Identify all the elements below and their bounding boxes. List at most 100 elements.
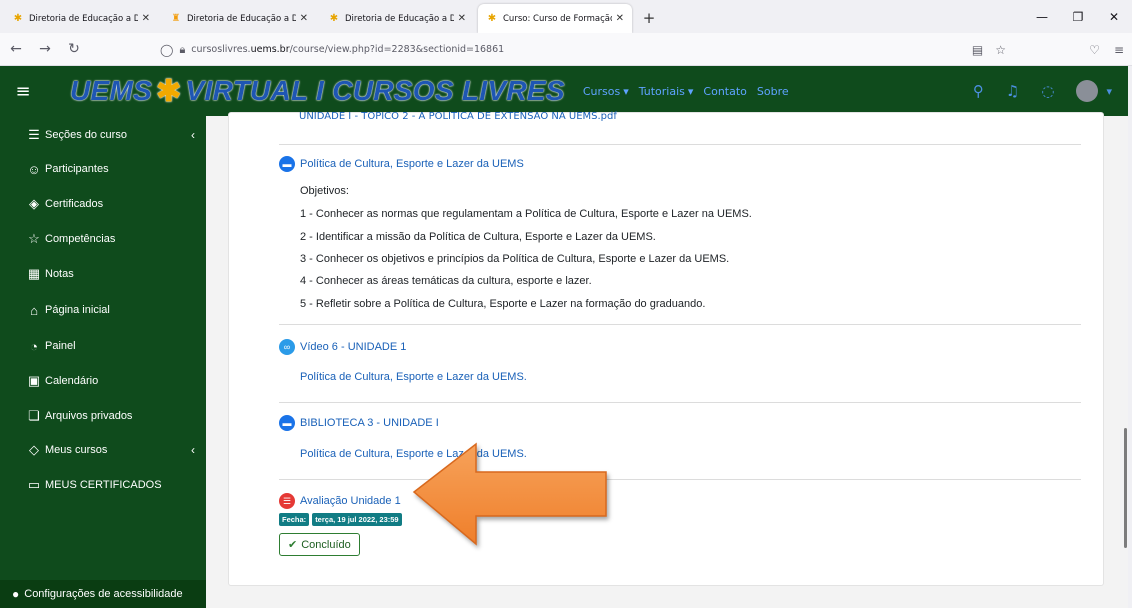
folder-icon: ▬ bbox=[279, 156, 295, 172]
url-bar[interactable]: ◯ 🔒︎ cursoslivres. uems.br/course/view.ph… bbox=[160, 37, 1006, 62]
divider bbox=[279, 144, 1081, 145]
new-tab-button[interactable]: + bbox=[636, 5, 662, 31]
chevron-left-icon: ‹ bbox=[191, 128, 195, 142]
sidebar-item-painel[interactable]: ◔ Painel bbox=[25, 334, 195, 358]
home-icon: ⌂ bbox=[30, 302, 38, 318]
tab-title: Curso: Curso de Formação de E bbox=[503, 13, 612, 24]
activity-title: BIBLIOTECA 3 - UNIDADE I bbox=[300, 417, 439, 429]
pocket-icon[interactable]: ♡ bbox=[1089, 43, 1100, 57]
activity-video[interactable]: ∞ Vídeo 6 - UNIDADE 1 bbox=[279, 339, 406, 355]
messages-icon[interactable]: ◌ bbox=[1041, 82, 1054, 100]
accessibility-settings-button[interactable]: ● Configurações de acessibilidade bbox=[0, 580, 206, 608]
logo-star-icon: ✱ bbox=[156, 74, 182, 108]
close-tab-icon[interactable]: ✕ bbox=[300, 13, 308, 24]
activity-biblioteca[interactable]: ▬ BIBLIOTECA 3 - UNIDADE I bbox=[279, 415, 439, 431]
browser-toolbar: ← → ↻ ◯ 🔒︎ cursoslivres. uems.br/course/v… bbox=[0, 33, 1132, 66]
due-label-badge: Fecha: bbox=[279, 513, 310, 526]
sidebar-item-secoes[interactable]: ☰ Seções do curso ‹ bbox=[25, 123, 195, 147]
uems-hat-icon: ♜ bbox=[171, 13, 181, 24]
folder-icon: ▬ bbox=[279, 415, 295, 431]
user-menu-caret-icon[interactable]: ▾ bbox=[1106, 85, 1112, 98]
sidebar-item-meus-certificados[interactable]: ▭ MEUS CERTIFICADOS bbox=[25, 473, 195, 497]
browser-tab[interactable]: ♜ Diretoria de Educação a Distânc ✕ bbox=[162, 4, 316, 33]
notification-bell-icon[interactable]: ♫ bbox=[1006, 82, 1019, 100]
caret-down-icon: ▾ bbox=[687, 84, 694, 98]
divider bbox=[279, 324, 1081, 325]
menu-item-sobre[interactable]: Sobre bbox=[757, 85, 789, 98]
sidebar-item-pagina-inicial[interactable]: ⌂ Página inicial bbox=[25, 298, 195, 322]
divider bbox=[279, 479, 1081, 480]
browser-tab[interactable]: ✱ Diretoria de Educação a Distânc ✕ bbox=[4, 4, 158, 33]
uems-star-icon: ✱ bbox=[13, 13, 23, 24]
menu-icon[interactable]: ≡ bbox=[1114, 43, 1124, 57]
accessibility-icon: ● bbox=[12, 587, 20, 601]
users-icon: ☺ bbox=[27, 161, 41, 177]
uems-star-icon: ✱ bbox=[487, 13, 497, 24]
sidebar-item-label: Arquivos privados bbox=[45, 410, 133, 422]
quiz-icon: ☰ bbox=[279, 493, 295, 509]
chevron-left-icon: ‹ bbox=[191, 443, 195, 457]
due-date-badge: terça, 19 jul 2022, 23:59 bbox=[312, 513, 402, 526]
url-host: uems.br bbox=[250, 44, 290, 55]
sidebar-item-arquivos[interactable]: ❏ Arquivos privados bbox=[25, 404, 195, 428]
course-section-card: UNIDADE I - TÓPICO 2 - A POLÍTICA DE EXT… bbox=[228, 111, 1104, 586]
activity-title: Política de Cultura, Esporte e Lazer da … bbox=[300, 158, 524, 170]
page-scrollbar[interactable] bbox=[1124, 428, 1127, 548]
sidebar-item-calendario[interactable]: ▣ Calendário bbox=[25, 369, 195, 393]
forward-icon[interactable]: → bbox=[32, 36, 58, 62]
sidebar-item-competencias[interactable]: ☆ Competências bbox=[25, 227, 195, 251]
divider bbox=[279, 402, 1081, 403]
objective-item: 3 - Conhecer os objetivos e princípios d… bbox=[300, 253, 730, 265]
uems-star-icon: ✱ bbox=[329, 13, 339, 24]
grades-icon: ▦ bbox=[27, 266, 41, 281]
site-logo[interactable]: UEMS ✱ VIRTUAL I CURSOS LIVRES bbox=[70, 74, 565, 109]
sidebar-item-label: Certificados bbox=[45, 198, 104, 210]
shield-icon[interactable]: ◯ bbox=[160, 43, 173, 57]
url-path: /course/view.php?id=2283&sectionid=16861 bbox=[289, 44, 505, 55]
restore-icon[interactable]: ❐ bbox=[1060, 0, 1096, 33]
back-icon[interactable]: ← bbox=[3, 36, 29, 62]
sidebar-item-label: Meus cursos bbox=[45, 444, 108, 456]
sidebar-nav: ☰ Seções do curso ‹ ☺ Participantes ◈ Ce… bbox=[0, 116, 206, 608]
browser-tab[interactable]: ✱ Diretoria de Educação a Distânc ✕ bbox=[320, 4, 474, 33]
sidebar-item-label: Notas bbox=[45, 268, 74, 280]
hamburger-menu-icon[interactable]: ≡ bbox=[0, 81, 46, 102]
browser-tab-active[interactable]: ✱ Curso: Curso de Formação de E ✕ bbox=[478, 4, 632, 33]
bookmark-star-icon[interactable]: ☆ bbox=[995, 43, 1006, 57]
sidebar-item-certificados[interactable]: ◈ Certificados bbox=[25, 192, 195, 216]
activity-title: Avaliação Unidade 1 bbox=[300, 495, 401, 507]
previous-activity-link[interactable]: UNIDADE I - TÓPICO 2 - A POLÍTICA DE EXT… bbox=[299, 111, 899, 121]
url-prefix: cursoslivres. bbox=[191, 44, 251, 55]
menu-label: Tutoriais bbox=[638, 84, 685, 98]
menu-item-cursos[interactable]: Cursos ▾ bbox=[583, 85, 629, 98]
sidebar-item-participantes[interactable]: ☺ Participantes bbox=[25, 157, 195, 181]
search-icon[interactable]: ⚲ bbox=[973, 82, 984, 100]
logo-text-virtual: VIRTUAL I CURSOS LIVRES bbox=[185, 75, 565, 106]
menu-item-contato[interactable]: Contato bbox=[703, 85, 746, 98]
main-content: UNIDADE I - TÓPICO 2 - A POLÍTICA DE EXT… bbox=[206, 111, 1128, 608]
reload-icon[interactable]: ↻ bbox=[61, 36, 87, 62]
certificate-icon: ◈ bbox=[29, 196, 39, 211]
activity-quiz[interactable]: ☰ Avaliação Unidade 1 bbox=[279, 493, 401, 509]
annotation-arrow-icon bbox=[412, 442, 607, 546]
user-avatar[interactable] bbox=[1076, 80, 1099, 102]
minimize-icon[interactable]: — bbox=[1024, 0, 1060, 33]
menu-label: Cursos bbox=[582, 84, 621, 98]
close-window-icon[interactable]: ✕ bbox=[1096, 0, 1132, 33]
completion-button[interactable]: ✔ Concluído bbox=[279, 533, 360, 556]
sidebar-item-meus-cursos[interactable]: ◇ Meus cursos ‹ bbox=[25, 438, 195, 462]
accessibility-label: Configurações de acessibilidade bbox=[24, 588, 183, 600]
close-tab-icon[interactable]: ✕ bbox=[616, 13, 624, 24]
sidebar-item-label: Seções do curso bbox=[45, 129, 127, 141]
star-icon: ☆ bbox=[28, 231, 40, 246]
lock-icon[interactable]: 🔒︎ bbox=[179, 43, 185, 57]
menu-item-tutoriais[interactable]: Tutoriais ▾ bbox=[639, 85, 694, 98]
reader-view-icon[interactable]: ▤ bbox=[972, 43, 983, 57]
site-header: ≡ UEMS ✱ VIRTUAL I CURSOS LIVRES Cursos ▾… bbox=[0, 66, 1128, 116]
close-tab-icon[interactable]: ✕ bbox=[458, 13, 466, 24]
close-tab-icon[interactable]: ✕ bbox=[142, 13, 150, 24]
activity-folder-politica[interactable]: ▬ Política de Cultura, Esporte e Lazer d… bbox=[279, 156, 524, 172]
sidebar-item-notas[interactable]: ▦ Notas bbox=[25, 262, 195, 286]
tab-title: Diretoria de Educação a Distânc bbox=[345, 13, 454, 24]
objective-item: 4 - Conhecer as áreas temáticas da cultu… bbox=[300, 275, 592, 287]
